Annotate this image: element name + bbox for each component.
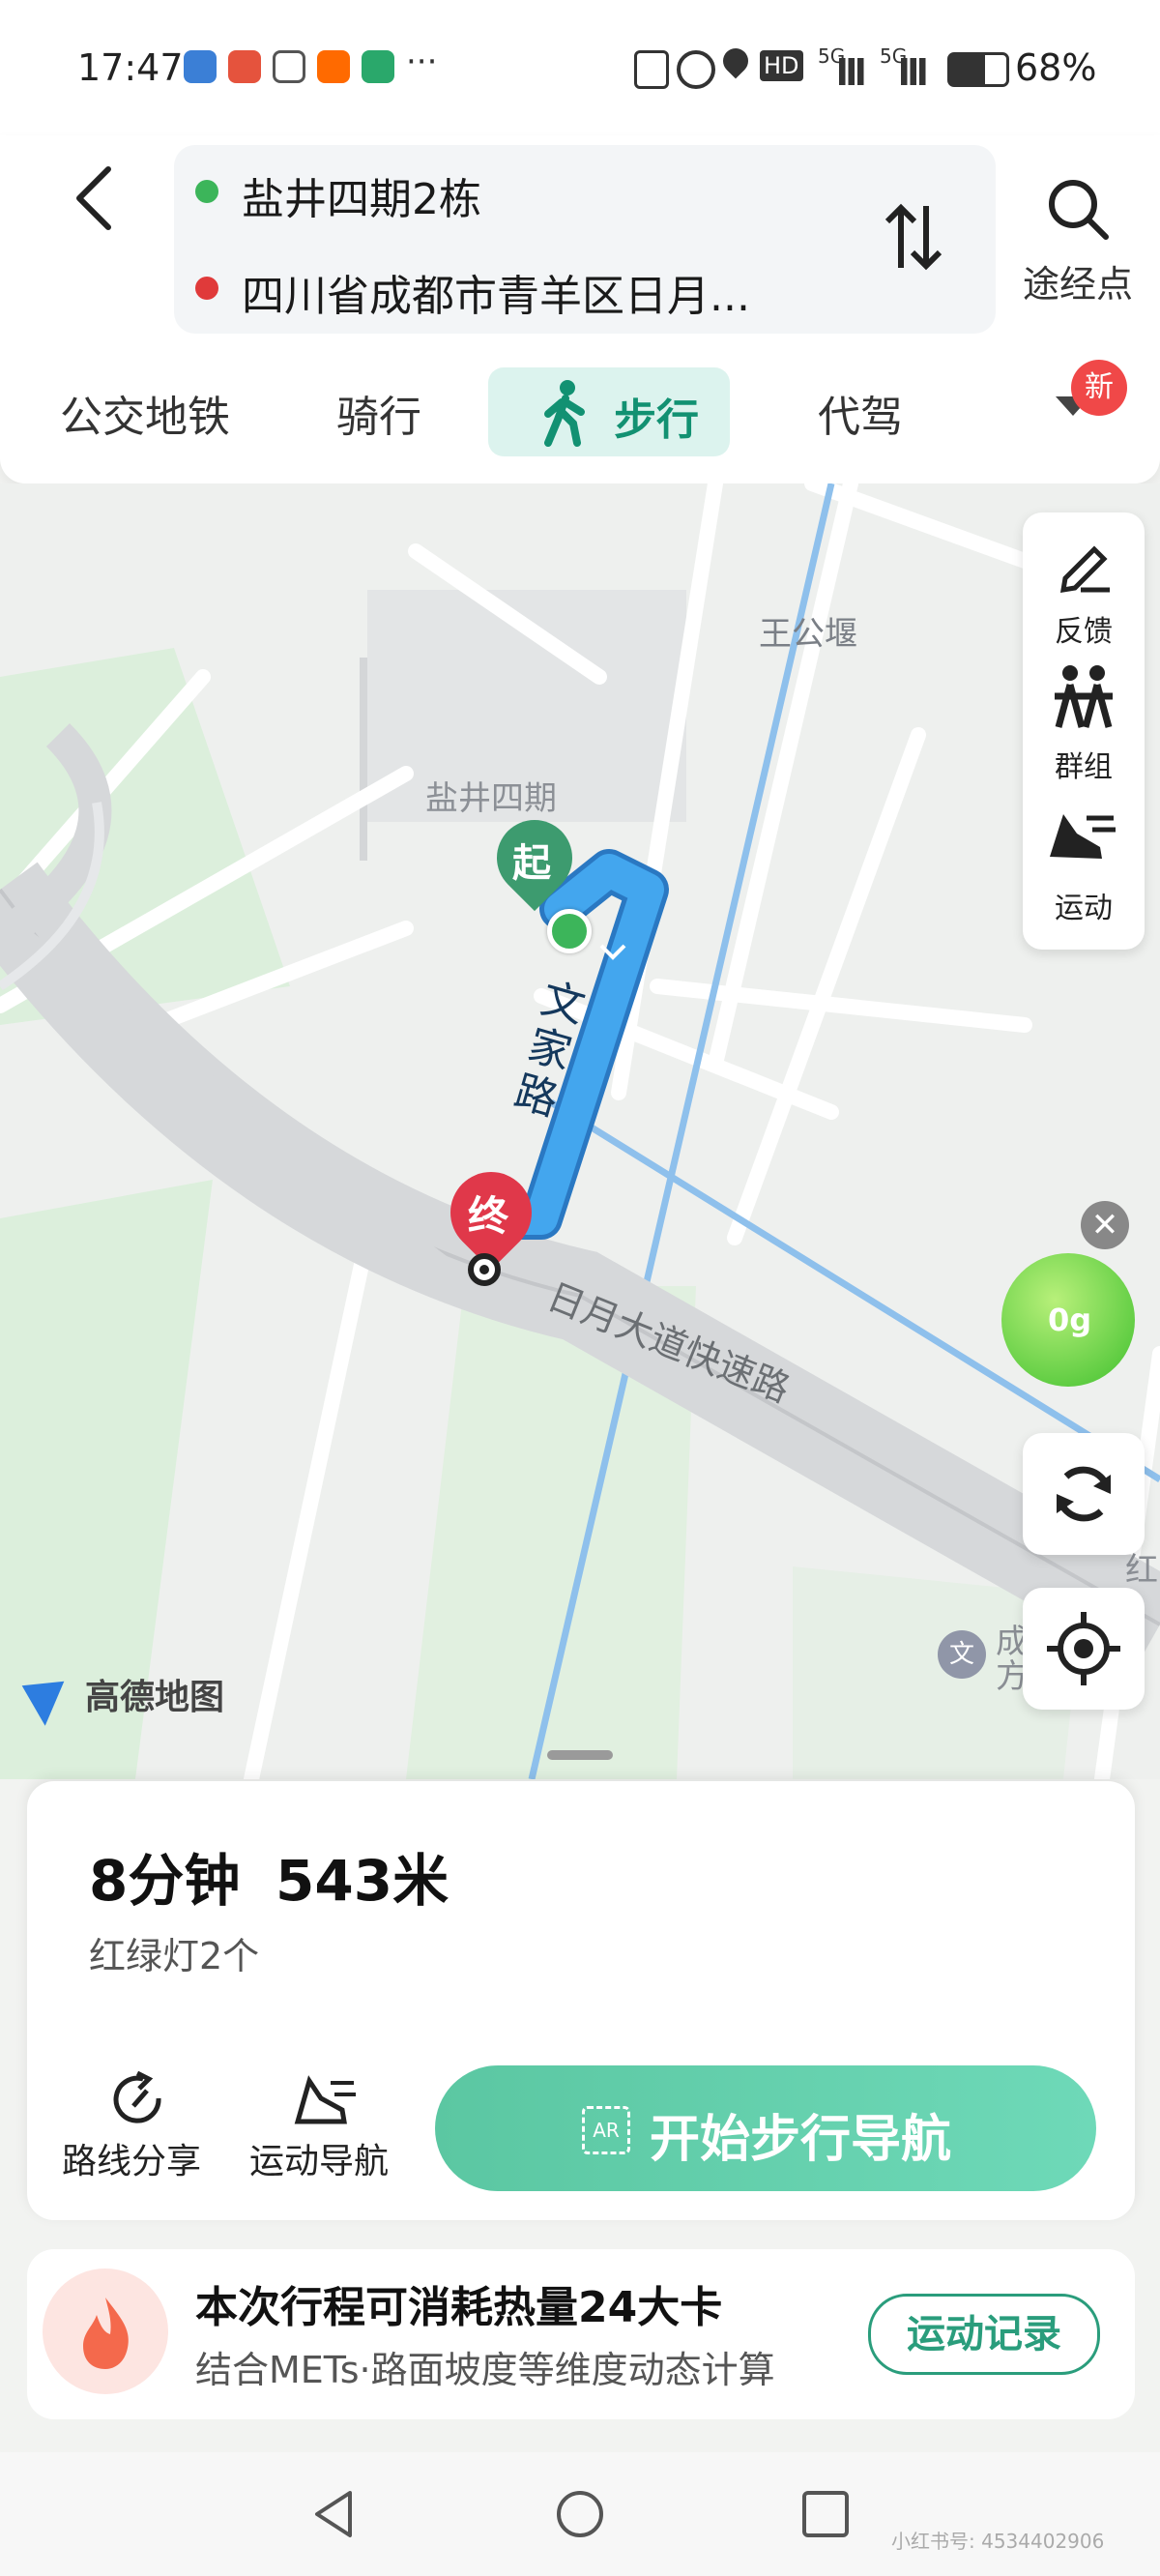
locate-me-button[interactable] (1023, 1588, 1145, 1710)
destination-dot-icon (195, 277, 218, 300)
running-shoe-icon (294, 2075, 356, 2124)
destination-location-dot (468, 1253, 501, 1286)
system-nav-bar (0, 2452, 1160, 2576)
calories-subtitle: 结合METs·路面坡度等维度动态计算 (195, 2349, 775, 2391)
via-point-button[interactable]: 途经点 (1005, 169, 1150, 306)
battery-percent: 68% (1015, 46, 1097, 89)
tab-transit[interactable]: 公交地铁 (60, 382, 230, 444)
app-notification-icon (228, 50, 261, 83)
start-marker-label: 起 (512, 841, 551, 886)
search-icon (1049, 180, 1109, 240)
map-label-yanjing: 盐井四期 (425, 779, 557, 818)
calories-title: 本次行程可消耗热量24大卡 (195, 2283, 723, 2332)
group-people-icon (1055, 665, 1113, 728)
nav-home-icon[interactable] (551, 2485, 609, 2543)
amap-brand-label: 高德地图 (85, 1678, 225, 1717)
sport-nav-button[interactable]: 运动导航 (249, 2069, 404, 2195)
origin-field[interactable]: 盐井四期2栋 (242, 164, 481, 226)
map-label-wanggongyan: 王公堰 (759, 615, 857, 654)
refresh-icon (1057, 1466, 1111, 1522)
feedback-label: 反馈 (1055, 615, 1113, 649)
tab-walk[interactable]: 步行 (488, 367, 730, 456)
home-app-icon (362, 50, 394, 83)
more-notifications-icon: ··· (406, 43, 438, 81)
map-tools-panel: 反馈 群组 运动 (1023, 512, 1145, 950)
sport-nav-label: 运动导航 (249, 2142, 390, 2181)
tab-walk-label: 步行 (614, 395, 699, 445)
walking-person-icon (544, 380, 585, 447)
origin-location-dot (547, 909, 592, 953)
route-input-box: 盐井四期2栋 四川省成都市青羊区日月... (174, 145, 996, 334)
running-shoe-icon (1050, 814, 1116, 859)
signal-icon (901, 58, 932, 85)
edit-pencil-icon (1059, 545, 1110, 594)
carbon-eco-ball[interactable]: 0g (1001, 1253, 1135, 1387)
watermark: 小红书号: 4534402906 (891, 2530, 1105, 2553)
end-marker-label: 终 (468, 1192, 509, 1240)
status-time: 17:47 (77, 46, 184, 89)
nfc-icon (634, 50, 669, 89)
battery-icon (947, 52, 1009, 87)
tab-ride[interactable]: 骑行 (336, 382, 421, 444)
sport-record-button[interactable]: 运动记录 (868, 2294, 1100, 2375)
swap-icon (884, 203, 942, 271)
hd-icon: HD (760, 50, 803, 81)
back-button[interactable] (68, 160, 126, 237)
share-route-label: 路线分享 (62, 2142, 202, 2181)
map-canvas (0, 483, 1160, 1779)
start-walking-navigation-button[interactable]: AR 开始步行导航 (435, 2065, 1096, 2191)
nav-recents-icon[interactable] (797, 2485, 855, 2543)
feedback-button[interactable]: 反馈 (1023, 522, 1145, 649)
back-arrow-icon (76, 166, 111, 230)
new-badge: 新 (1071, 360, 1127, 416)
route-distance: 543米 (276, 1848, 450, 1914)
locate-crosshair-icon (1047, 1612, 1120, 1685)
school-poi-icon[interactable]: 文 (938, 1630, 986, 1679)
close-eco-button[interactable]: ✕ (1081, 1201, 1129, 1249)
app-notification-icon (184, 50, 217, 83)
share-route-button[interactable]: 路线分享 (62, 2069, 217, 2195)
eco-value: 0g (1048, 1302, 1092, 1338)
refresh-route-button[interactable] (1023, 1433, 1145, 1555)
calorie-flame-icon (43, 2269, 168, 2394)
group-label: 群组 (1055, 750, 1113, 784)
traffic-light-count: 红绿灯2个 (89, 1935, 260, 1977)
sport-button[interactable]: 运动 (1023, 795, 1145, 930)
swap-route-button[interactable] (880, 198, 947, 276)
tab-driver[interactable]: 代驾 (818, 382, 903, 444)
sport-label: 运动 (1055, 892, 1113, 925)
hand-icon (273, 50, 305, 83)
group-button[interactable]: 群组 (1023, 658, 1145, 784)
route-duration: 8分钟 (89, 1848, 241, 1914)
sheet-drag-handle[interactable] (547, 1750, 613, 1760)
status-bar: 17:47 ··· HD 5G 5G 68% (0, 0, 1160, 135)
start-walking-navigation-label: 开始步行导航 (650, 2111, 952, 2169)
origin-dot-icon (195, 180, 218, 203)
signal-icon (839, 58, 870, 85)
location-icon (717, 43, 754, 79)
taobao-icon (317, 50, 350, 83)
map-view[interactable]: 王公堰 盐井四期 文家路 日月大道快速路 起 终 高德地图 文 成 方 红 ✕ … (0, 483, 1160, 1779)
via-point-label: 途经点 (1022, 263, 1133, 306)
destination-field[interactable]: 四川省成都市青羊区日月... (242, 261, 750, 323)
alarm-icon (677, 50, 715, 89)
share-icon (113, 2070, 161, 2123)
ar-icon: AR (582, 2106, 630, 2154)
nav-back-icon[interactable] (305, 2485, 363, 2543)
